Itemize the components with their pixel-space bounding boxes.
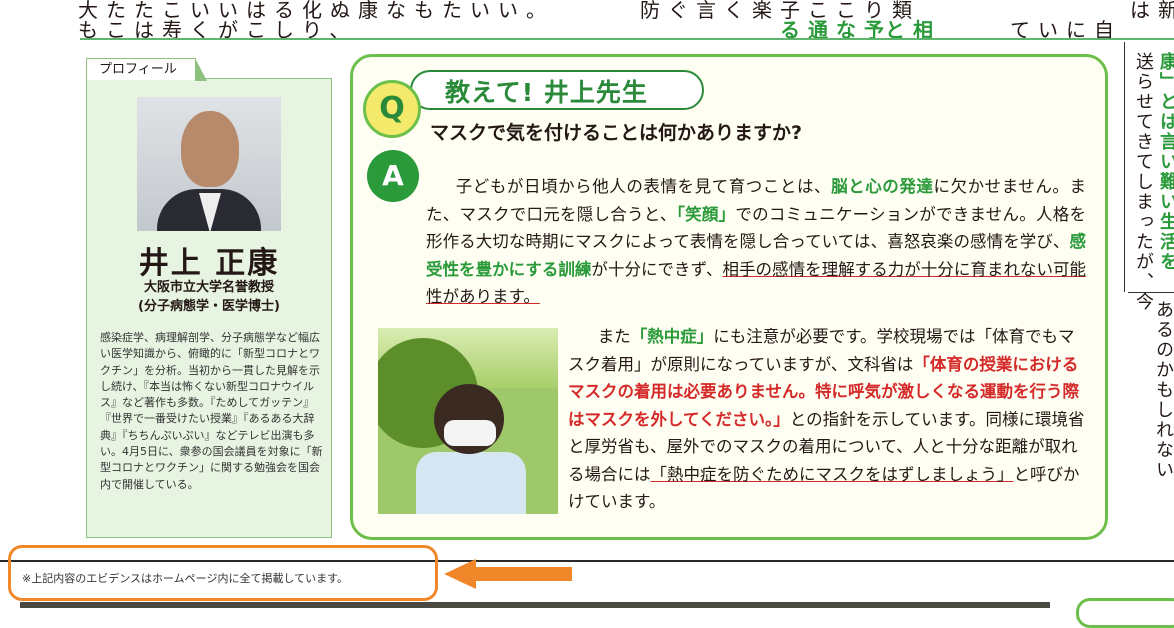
- answer-paragraph-2: また「熱中症」にも注意が必要です。学校現場では「体育でもマスク着用」が原則になっ…: [568, 323, 1088, 516]
- right-column-separator: [1128, 292, 1174, 293]
- answer2-underlined: 「熱中症を防ぐためにマスクをはずしましょう」: [650, 464, 1014, 484]
- top-text-7: は新意: [1130, 0, 1174, 22]
- profile-name: 井上 正康: [138, 246, 280, 281]
- profile-role-line1: 大阪市立大学名誉教授: [143, 280, 274, 295]
- right-column-line-3: あるのかもしれない: [1153, 300, 1174, 480]
- a-badge: A: [367, 150, 419, 202]
- profile-bio: 感染症学、病理解剖学、分子病態学など幅広い医学知識から、俯瞰的に「新型コロナとワ…: [100, 331, 323, 491]
- qa-question: マスクで気を付けることは何かありますか?: [430, 122, 803, 144]
- right-column-line-1: 送らせてきてしまったが、今: [1133, 52, 1154, 312]
- evidence-note: ※上記内容のエビデンスはホームページ内に全て掲載しています。: [22, 572, 349, 585]
- qa-title: 教えて! 井上先生: [445, 78, 648, 107]
- top-strip: 大たたこいいはる化ぬ康なもたいい。 もこは寿くがこしり、 防ぐ言く楽子ここり類 …: [0, 0, 1174, 40]
- answer1-highlight-smile: 「笑顔」: [676, 204, 736, 224]
- top-text-6: ていに自: [1010, 18, 1122, 40]
- profile-role: 大阪市立大学名誉教授 (分子病態学・医学博士): [86, 278, 332, 316]
- answer1-text: 子どもが日頃から他人の表情を見て育つことは、: [455, 177, 832, 196]
- top-divider: [80, 38, 1174, 40]
- arrow-left-icon: [444, 559, 572, 589]
- profile-role-line2: (分子病態学・医学博士): [138, 299, 280, 314]
- answer2-highlight-heatstroke: 「熱中症」: [630, 327, 714, 346]
- right-column-rule: [1124, 42, 1125, 292]
- child-mask-photo: [378, 328, 558, 514]
- right-column-line-2: 康」とは言い難い生活を: [1157, 52, 1174, 272]
- answer1-text: が十分にできず、: [591, 259, 723, 279]
- top-text-5: と相: [885, 18, 941, 40]
- top-text-4: る通な予: [780, 18, 892, 40]
- bottom-green-box: [1076, 598, 1174, 628]
- top-text-2: もこは寿くがこしり、: [78, 18, 358, 40]
- answer-paragraph-1: 子どもが日頃から他人の表情を見て育つことは、脳と心の発達に欠かせません。また、マ…: [426, 173, 1086, 311]
- answer2-text: また: [597, 327, 631, 346]
- answer1-highlight-brain: 脳と心の発達: [831, 177, 934, 196]
- profile-tab: プロフィール: [86, 58, 207, 81]
- q-badge: Q: [363, 80, 421, 138]
- bottom-image-strip: [20, 602, 1050, 608]
- profile-photo: [137, 97, 281, 231]
